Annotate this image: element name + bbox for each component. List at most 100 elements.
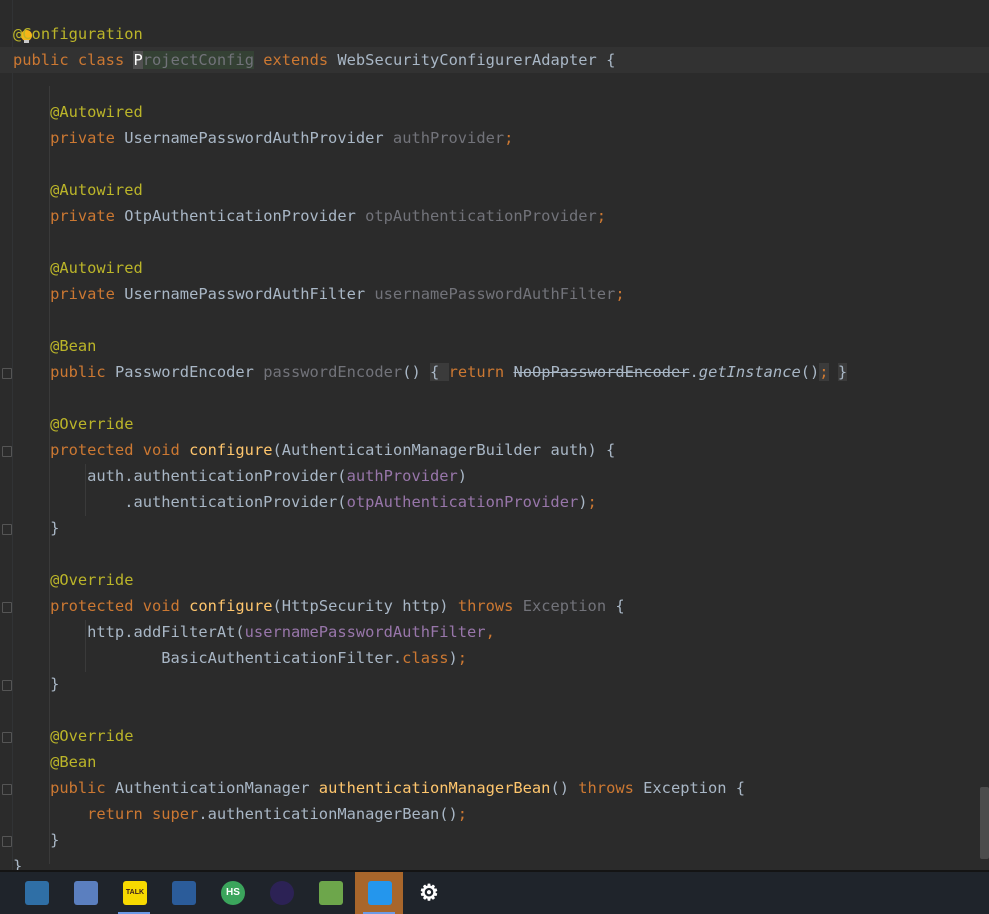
kakaotalk-icon: TALK xyxy=(123,881,147,905)
code-token: otpAuthenticationProvider xyxy=(365,207,597,225)
taskbar-button[interactable] xyxy=(257,872,305,914)
code-token: getInstance xyxy=(698,363,801,381)
ssms-icon xyxy=(74,881,98,905)
code-token: return xyxy=(448,363,514,381)
code-token: public xyxy=(13,363,115,381)
code-token: @Override xyxy=(13,415,134,433)
code-line[interactable]: return super.authenticationManagerBean()… xyxy=(13,801,467,827)
code-line[interactable]: BasicAuthenticationFilter.class); xyxy=(13,645,467,671)
code-token: authenticationManagerBean xyxy=(318,779,551,797)
settings-gear-icon: ⚙ xyxy=(419,880,439,905)
fold-marker-icon[interactable] xyxy=(2,836,12,847)
code-token: rojectConfig xyxy=(142,51,254,69)
code-line[interactable]: public PasswordEncoder passwordEncoder()… xyxy=(13,359,848,385)
code-token: ; xyxy=(587,493,597,511)
taskbar-button[interactable] xyxy=(61,872,109,914)
code-line[interactable]: protected void configure(HttpSecurity ht… xyxy=(13,593,625,619)
code-token: .authenticationManagerBean() xyxy=(198,805,458,823)
code-token: () xyxy=(402,363,421,381)
fold-marker-icon[interactable] xyxy=(2,602,12,613)
code-token: @Autowired xyxy=(13,103,143,121)
code-token: void xyxy=(142,441,190,459)
code-token: return xyxy=(13,805,152,823)
code-token: authProvider xyxy=(346,467,458,485)
virtualbox-icon xyxy=(172,881,196,905)
fold-marker-icon[interactable] xyxy=(2,784,12,795)
code-token: @Override xyxy=(13,571,134,589)
code-line[interactable]: private UsernamePasswordAuthFilter usern… xyxy=(13,281,625,307)
code-token: ; xyxy=(615,285,625,303)
code-token: protected xyxy=(13,597,143,615)
code-line[interactable]: private OtpAuthenticationProvider otpAut… xyxy=(13,203,606,229)
code-token: Exception xyxy=(522,597,607,615)
taskbar-button[interactable] xyxy=(159,872,207,914)
taskbar-button[interactable]: HS xyxy=(208,872,256,914)
code-token: class xyxy=(77,51,134,69)
code-line[interactable]: auth.authenticationProvider(authProvider… xyxy=(13,463,467,489)
code-line[interactable]: } xyxy=(13,827,59,853)
code-token: (AuthenticationManagerBuilder auth) { xyxy=(272,441,616,459)
code-token: () xyxy=(550,779,579,797)
mysql-workbench-icon xyxy=(25,881,49,905)
code-token: auth.authenticationProvider( xyxy=(13,467,347,485)
code-line[interactable]: @Override xyxy=(13,723,133,749)
code-token: UsernamePasswordAuthProvider xyxy=(124,129,393,147)
code-token: @Autowired xyxy=(13,181,143,199)
code-line[interactable]: @Override xyxy=(13,567,133,593)
code-line[interactable]: } xyxy=(13,853,22,870)
code-token: private xyxy=(13,285,125,303)
taskbar-button[interactable] xyxy=(355,872,403,914)
code-token: @Bean xyxy=(13,337,97,355)
code-token: ; xyxy=(457,805,468,823)
visual-studio-icon xyxy=(319,881,343,905)
code-token: ; xyxy=(819,363,829,381)
code-line[interactable]: .authenticationProvider(otpAuthenticatio… xyxy=(13,489,597,515)
taskbar-button[interactable]: ⚙ xyxy=(404,872,452,914)
taskbar-button[interactable] xyxy=(306,872,354,914)
code-token: configure xyxy=(189,597,273,615)
code-token: () xyxy=(800,363,820,381)
code-token: Configuration xyxy=(22,25,143,43)
vertical-scrollbar-thumb[interactable] xyxy=(980,787,989,859)
code-line[interactable]: @Configuration xyxy=(13,21,143,47)
code-token: @ xyxy=(13,25,23,43)
code-line[interactable]: @Bean xyxy=(13,333,96,359)
code-line[interactable]: @Autowired xyxy=(13,99,143,125)
code-line[interactable]: private UsernamePasswordAuthProvider aut… xyxy=(13,125,513,151)
code-token: throws xyxy=(457,597,523,615)
code-editor[interactable]: @Configuration public class ProjectConfig… xyxy=(0,0,989,870)
code-line[interactable]: http.addFilterAt(usernamePasswordAuthFil… xyxy=(13,619,495,645)
code-line[interactable]: @Autowired xyxy=(13,177,143,203)
code-token: { xyxy=(606,597,625,615)
fold-marker-icon[interactable] xyxy=(2,524,12,535)
code-line[interactable]: } xyxy=(13,515,59,541)
fold-marker-icon[interactable] xyxy=(2,680,12,691)
code-line[interactable]: public class ProjectConfig extends WebSe… xyxy=(13,47,615,73)
fold-marker-icon[interactable] xyxy=(2,446,12,457)
code-token: . xyxy=(689,363,699,381)
fold-marker-icon[interactable] xyxy=(2,368,12,379)
code-token: (HttpSecurity http) xyxy=(272,597,458,615)
taskbar-button[interactable] xyxy=(12,872,60,914)
eclipse-icon xyxy=(270,881,294,905)
code-line[interactable]: public AuthenticationManager authenticat… xyxy=(13,775,745,801)
code-token: public xyxy=(13,51,78,69)
code-token: class xyxy=(402,649,449,667)
code-token: private xyxy=(13,129,125,147)
code-line[interactable]: @Bean xyxy=(13,749,96,775)
code-line[interactable]: } xyxy=(13,671,59,697)
code-line[interactable]: @Autowired xyxy=(13,255,143,281)
code-token: OtpAuthenticationProvider xyxy=(124,207,366,225)
code-token: { xyxy=(430,363,449,381)
code-token: ) xyxy=(578,493,588,511)
heidisql-icon: HS xyxy=(221,881,245,905)
fold-marker-icon[interactable] xyxy=(2,732,12,743)
code-token: super xyxy=(152,805,199,823)
code-line[interactable]: @Override xyxy=(13,411,133,437)
taskbar-button[interactable]: TALK xyxy=(110,872,158,914)
code-token: NoOpPasswordEncoder xyxy=(513,363,690,381)
code-token: ; xyxy=(457,649,468,667)
code-line[interactable]: protected void configure(AuthenticationM… xyxy=(13,437,615,463)
